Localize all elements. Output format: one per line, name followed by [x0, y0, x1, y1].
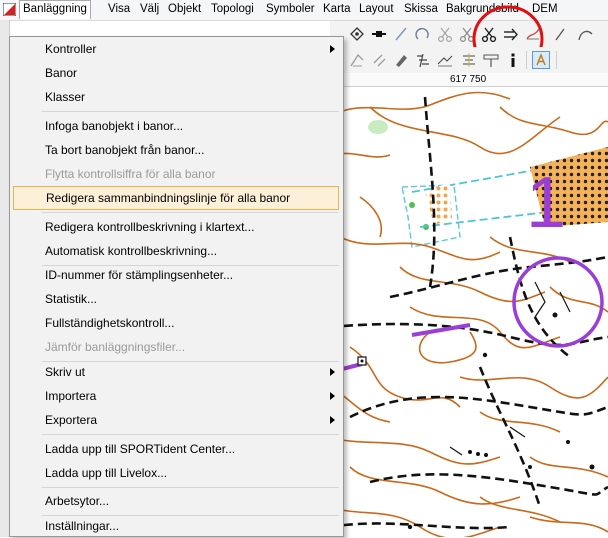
vegetation-patch — [368, 120, 388, 134]
menu-item-installningar[interactable]: Inställningar... — [13, 514, 339, 538]
curve-tool-icon[interactable] — [576, 25, 594, 43]
menu-item-label: Skriv ut — [45, 365, 86, 379]
cut-faded-icon[interactable] — [436, 25, 454, 43]
orienteering-map[interactable]: 1 — [330, 87, 608, 537]
banlaggning-dropdown-menu: Kontroller Banor Klasser Infoga banobjek… — [9, 36, 344, 537]
menu-item-label: Automatisk kontrollbeskrivning... — [45, 244, 218, 258]
menu-layout[interactable]: Layout — [356, 0, 397, 19]
ruler-coordinate: 617 750 — [450, 74, 487, 85]
menu-item-importera[interactable]: Importera — [13, 384, 339, 408]
menu-item-label: Exportera — [45, 413, 98, 427]
point-symbol-icon[interactable] — [348, 25, 366, 43]
edit-object-icon[interactable] — [348, 51, 366, 69]
edit-toolbar — [330, 47, 608, 73]
line-symbol-icon[interactable] — [370, 25, 388, 43]
menu-symboler[interactable]: Symboler — [263, 0, 318, 19]
menu-item-label: Banor — [45, 66, 78, 80]
menu-separator — [42, 111, 339, 112]
menu-item-label: Ta bort banobjekt från banor... — [45, 143, 205, 157]
menu-item-automatisk-kontrollbeskrivning[interactable]: Automatisk kontrollbeskrivning... — [13, 239, 339, 263]
menu-item-label: Infoga banobjekt i banor... — [45, 119, 184, 133]
submenu-arrow-icon — [330, 392, 335, 400]
toolbar-separator — [526, 51, 527, 69]
menu-item-label: Klasser — [45, 90, 86, 104]
straight-line-icon[interactable] — [392, 25, 410, 43]
menu-item-label: Jämför banläggningsfiler... — [45, 340, 186, 354]
menu-separator — [42, 212, 339, 213]
menu-item-label: Fullständighetskontroll... — [45, 316, 175, 330]
menu-item-label: ID-nummer för stämplingsenheter... — [45, 268, 234, 282]
menu-item-ladda-upp-sportident[interactable]: Ladda upp till SPORTident Center... — [13, 437, 339, 461]
symbol-pen-icon[interactable] — [414, 51, 432, 69]
ruler-text-icon[interactable] — [482, 51, 500, 69]
control-circle — [512, 256, 604, 348]
app-logo-icon — [3, 3, 16, 16]
pencil-line-icon[interactable] — [552, 25, 570, 43]
map-canvas[interactable]: 1 — [330, 87, 608, 537]
menu-item-fullstandighetskontroll[interactable]: Fullständighetskontroll... — [13, 311, 339, 335]
menu-item-id-nummer[interactable]: ID-nummer för stämplingsenheter... — [13, 263, 339, 287]
menu-separator — [42, 487, 339, 488]
submenu-arrow-icon — [330, 45, 335, 53]
submenu-arrow-icon — [330, 368, 335, 376]
menu-item-flytta-kontrollsiffra: Flytta kontrollsiffra för alla banor — [13, 162, 339, 186]
fill-tool-icon[interactable] — [392, 51, 410, 69]
menu-valj[interactable]: Välj — [137, 0, 162, 19]
menu-item-label: Inställningar... — [45, 519, 120, 533]
menu-item-label: Ladda upp till SPORTident Center... — [45, 442, 236, 456]
menu-separator — [42, 434, 339, 435]
align-text-icon[interactable] — [460, 51, 478, 69]
menu-item-banor[interactable]: Banor — [13, 61, 339, 85]
menu-item-label: Ladda upp till Livelox... — [45, 466, 168, 480]
menu-item-statistik[interactable]: Statistik... — [13, 287, 339, 311]
menu-item-jamfor-banlaggningsfiler: Jämför banläggningsfiler... — [13, 335, 339, 359]
menu-item-ladda-upp-livelox[interactable]: Ladda upp till Livelox... — [13, 461, 339, 485]
measure-icon[interactable] — [436, 51, 454, 69]
menu-item-label: Flytta kontrollsiffra för alla banor — [45, 167, 216, 181]
text-tool-active-icon[interactable] — [532, 51, 550, 69]
menu-item-kontroller[interactable]: Kontroller — [13, 37, 339, 61]
menu-item-infoga-banobjekt[interactable]: Infoga banobjekt i banor... — [13, 114, 339, 138]
vegetation-dot — [409, 202, 415, 208]
coordinate-ruler: 617 750 — [330, 73, 608, 87]
menu-item-klasser[interactable]: Klasser — [13, 85, 339, 109]
menu-banlaggning[interactable]: Banläggning — [19, 0, 91, 19]
menu-item-redigera-sammanbindningslinje[interactable]: Redigera sammanbindningslinje för alla b… — [13, 186, 339, 210]
menu-topologi[interactable]: Topologi — [208, 0, 257, 19]
menu-item-label: Arbetsytor... — [45, 494, 110, 508]
menu-item-skriv-ut[interactable]: Skriv ut — [13, 360, 339, 384]
control-number: 1 — [526, 163, 566, 243]
menu-item-label: Statistik... — [45, 292, 98, 306]
menu-item-arbetsytor[interactable]: Arbetsytor... — [13, 489, 339, 513]
menu-item-label: Kontroller — [45, 42, 97, 56]
menu-karta[interactable]: Karta — [320, 0, 354, 19]
menu-item-redigera-kontrollbeskrivning[interactable]: Redigera kontrollbeskrivning i klartext.… — [13, 215, 339, 239]
course-overlay: 1 — [330, 163, 604, 374]
arc-tool-icon[interactable] — [414, 25, 432, 43]
menu-item-label: Redigera kontrollbeskrivning i klartext.… — [45, 220, 255, 234]
toolbar-separator — [556, 51, 557, 69]
rotate-object-icon[interactable] — [370, 51, 388, 69]
submenu-arrow-icon — [330, 416, 335, 424]
menu-visa[interactable]: Visa — [105, 0, 133, 19]
menu-objekt[interactable]: Objekt — [165, 0, 204, 19]
info-icon[interactable] — [504, 51, 522, 69]
menu-item-label: Redigera sammanbindningslinje för alla b… — [46, 191, 291, 205]
menu-item-exportera[interactable]: Exportera — [13, 408, 339, 432]
menu-item-ta-bort-banobjekt[interactable]: Ta bort banobjekt från banor... — [13, 138, 339, 162]
menu-item-label: Importera — [45, 389, 97, 403]
menu-skissa[interactable]: Skissa — [401, 0, 441, 19]
